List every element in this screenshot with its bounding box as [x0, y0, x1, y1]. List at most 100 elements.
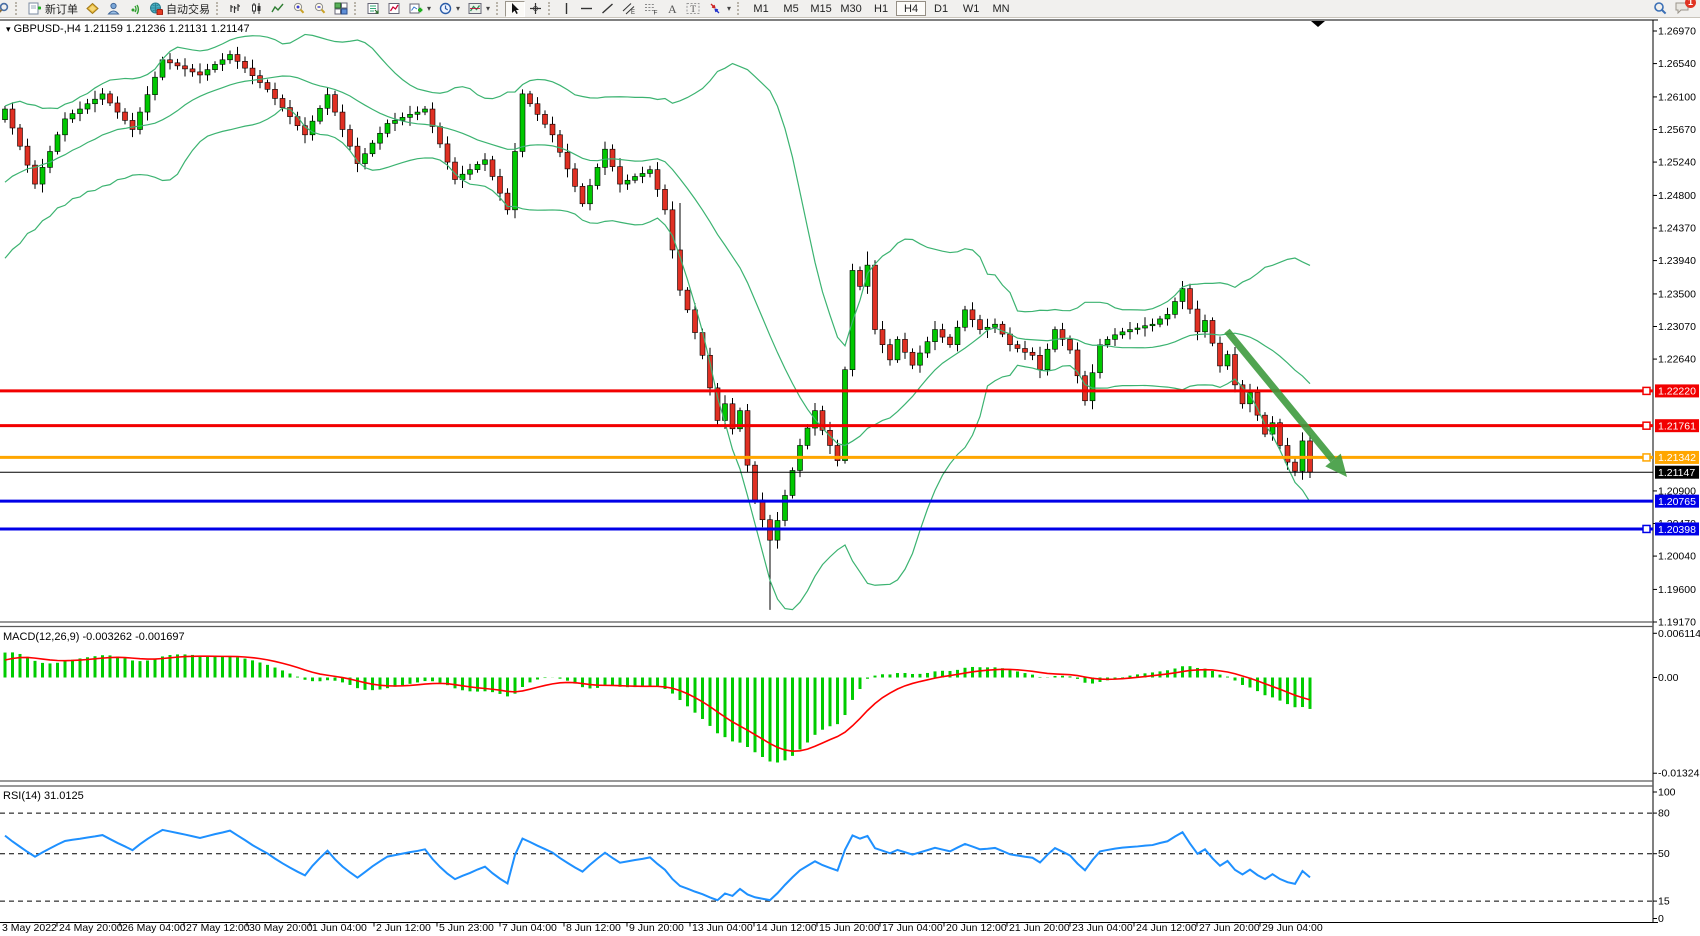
bull-candle: [370, 143, 375, 154]
text-label-tool-button[interactable]: T: [682, 1, 704, 17]
bar-chart-mode-button[interactable]: [225, 1, 246, 17]
bull-candle: [918, 353, 923, 365]
bear-candle: [1293, 462, 1298, 471]
new-order-button[interactable]: 新订单: [24, 1, 82, 17]
bear-candle: [753, 465, 758, 500]
bull-candle: [325, 95, 330, 109]
bear-candle: [430, 109, 435, 126]
signals-button[interactable]: [124, 1, 145, 17]
notifications-button[interactable]: 1: [1675, 1, 1690, 17]
navigator-button[interactable]: [384, 1, 405, 17]
price-line-badge-label: 1.21147: [1658, 467, 1695, 479]
bear-candle: [910, 352, 915, 365]
bear-candle: [880, 330, 885, 345]
bull-candle: [1135, 328, 1140, 330]
profile-button[interactable]: [103, 1, 124, 17]
bull-candle: [1158, 319, 1163, 324]
bear-candle: [115, 103, 120, 112]
bull-candle: [1180, 289, 1185, 302]
bear-candle: [655, 170, 660, 190]
svg-text:A: A: [668, 2, 677, 15]
chart-canvas[interactable]: 1.269701.265401.261001.256701.252401.248…: [0, 0, 1700, 936]
price-line-handle: [1643, 422, 1650, 429]
rsi-axis-tick-label: 50: [1658, 848, 1670, 860]
fibonacci-tool-button[interactable]: F: [640, 1, 662, 17]
vertical-line-tool-button[interactable]: [557, 1, 576, 17]
dropdown-caret-icon: ▾: [486, 4, 490, 13]
bull-candle: [633, 176, 638, 180]
timeframe-m15-button[interactable]: M15: [806, 1, 836, 16]
horizontal-line-tool-button[interactable]: [576, 1, 597, 17]
price-line-handle: [1643, 454, 1650, 461]
bull-candle: [1098, 345, 1103, 373]
text-label-icon: T: [686, 2, 700, 15]
zoom-in-icon: [292, 2, 305, 15]
bull-candle: [70, 114, 75, 119]
bear-candle: [505, 193, 510, 210]
timeframe-w1-button[interactable]: W1: [956, 1, 986, 16]
timeframe-h4-button[interactable]: H4: [896, 1, 926, 16]
bear-candle: [1083, 376, 1088, 401]
new-chart-button[interactable]: ▾: [405, 1, 435, 17]
profile-icon: [107, 2, 120, 15]
crosshair-tool-button[interactable]: [525, 1, 546, 17]
timeframe-m1-button[interactable]: M1: [746, 1, 776, 16]
zoom-in-button[interactable]: [288, 1, 309, 17]
bear-candle: [273, 89, 278, 98]
bear-candle: [1015, 345, 1020, 349]
toolbar-grip: [548, 2, 555, 15]
toolbar-grip: [496, 2, 503, 15]
bear-candle: [1285, 445, 1290, 462]
bear-candle: [970, 310, 975, 320]
time-axis-tick-label: 26 May 04:00: [122, 922, 186, 934]
periods-button[interactable]: ▾: [435, 1, 464, 17]
bear-candle: [1210, 320, 1215, 343]
bull-candle: [40, 167, 45, 184]
bear-candle: [558, 135, 563, 152]
data-window-button[interactable]: [363, 1, 384, 17]
bull-candle: [213, 64, 218, 69]
gold-symbol-button[interactable]: [82, 1, 103, 17]
bull-candle: [1045, 349, 1050, 369]
time-axis-tick-label: 24 Jun 12:00: [1136, 922, 1197, 934]
channel-tool-button[interactable]: E: [618, 1, 640, 17]
toolbar-grip: [737, 2, 744, 15]
timeframe-d1-button[interactable]: D1: [926, 1, 956, 16]
rsi-indicator-label: RSI(14) 31.0125: [3, 790, 84, 802]
dropdown-caret-icon: ▾: [456, 4, 460, 13]
line-chart-mode-button[interactable]: [267, 1, 288, 17]
bull-candle: [963, 310, 968, 327]
symbol-dropdown-marker-icon[interactable]: ▾: [6, 24, 11, 34]
trendline-tool-button[interactable]: [597, 1, 618, 17]
global-search-button[interactable]: [1653, 1, 1667, 18]
timeframe-m30-button[interactable]: M30: [836, 1, 866, 16]
equidistant-channel-icon: E: [622, 2, 636, 15]
candlestick-mode-button[interactable]: [246, 1, 267, 17]
autotrade-button[interactable]: 自动交易: [145, 1, 214, 17]
bull-candle: [513, 151, 518, 209]
tile-windows-button[interactable]: [330, 1, 352, 17]
timeframe-mn-button[interactable]: MN: [986, 1, 1016, 16]
bear-candle: [535, 104, 540, 115]
bull-candle: [1150, 324, 1155, 326]
templates-button[interactable]: ▾: [464, 1, 494, 17]
clock-icon: [439, 2, 452, 15]
svg-text:E: E: [631, 10, 635, 15]
timeframe-m5-button[interactable]: M5: [776, 1, 806, 16]
bull-candle: [423, 109, 428, 112]
bear-candle: [1023, 348, 1028, 352]
bull-candle: [925, 342, 930, 353]
bull-candle: [790, 470, 795, 495]
arrows-tool-button[interactable]: ▾: [704, 1, 735, 17]
price-axis-tick-label: 1.26540: [1658, 58, 1696, 70]
time-axis-tick-label: 1 Jun 04:00: [312, 922, 367, 934]
timeframe-h1-button[interactable]: H1: [866, 1, 896, 16]
zoom-out-button[interactable]: [309, 1, 330, 17]
cursor-tool-button[interactable]: [505, 1, 525, 17]
time-axis-tick-label: 23 Jun 04:00: [1072, 922, 1133, 934]
bear-candle: [1008, 334, 1013, 345]
price-axis-tick-label: 1.26970: [1658, 26, 1696, 38]
text-tool-button[interactable]: A: [662, 1, 682, 17]
time-axis-tick-label: 9 Jun 20:00: [629, 922, 684, 934]
symbols-search-button[interactable]: [0, 0, 13, 18]
